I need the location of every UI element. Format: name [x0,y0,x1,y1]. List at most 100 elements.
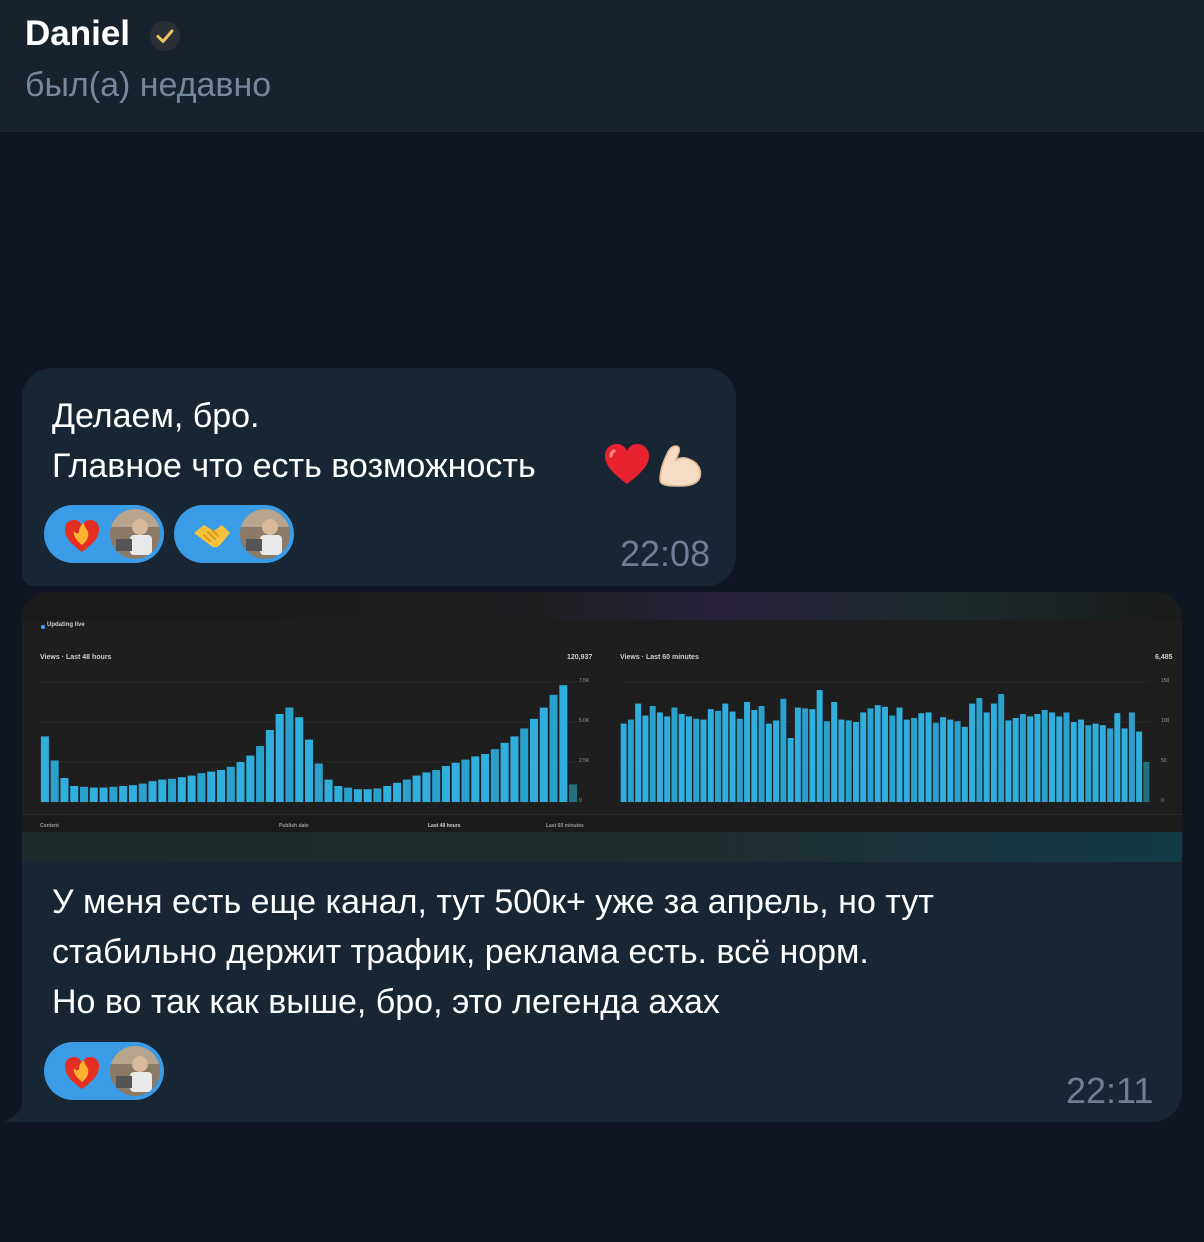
chart-bar [373,788,382,802]
chart-bar [649,706,656,802]
chart-bar [787,738,794,802]
chart-bar [823,721,830,802]
chart-bar [656,712,663,802]
chart-bar [138,783,147,802]
chart-bar [324,779,333,802]
chart-bar [860,712,867,802]
chart-bar [207,771,216,802]
chart-bar [758,706,765,802]
chart-bar [70,786,79,802]
chart-bar [671,707,678,802]
chart-bar [1063,712,1070,802]
analytics-screenshot-image[interactable]: Updating live Views · Last 48 hours 120,… [22,592,1182,862]
chart-bar [1085,725,1092,802]
chart-bar [678,714,685,802]
heart-on-fire-icon [65,1057,99,1089]
reaction-chip[interactable] [44,1042,164,1100]
left-panel-title: Views · Last 48 hours [40,654,112,661]
message-line: Но во так как выше, бро, это легенда аха… [52,983,720,1021]
chart-bar [1070,722,1077,802]
chart-bar [620,723,627,802]
chart-bar [729,711,736,802]
chart-bar [802,708,809,802]
chart-bar [471,756,480,802]
chart-bar [1049,712,1055,802]
chart-bar [664,716,671,802]
chart-bar [845,720,852,802]
chart-bar [911,718,918,802]
chart-bar [918,713,925,802]
chart-bar [295,717,304,802]
message-line: У меня есть еще канал, тут 500к+ уже за … [52,883,934,921]
chart-bar [539,707,548,802]
chart-bar [481,754,490,802]
message-bubble[interactable]: Делаем, бро. Главное что есть возможност… [22,368,736,586]
chart-bar [1114,713,1121,802]
reaction-chip[interactable] [174,505,294,563]
chart-bar [838,719,845,802]
left-panel-total: 120,937 [567,654,593,661]
chart-bar [765,723,772,802]
live-label: Updating live [47,622,85,628]
chart-bar [961,726,968,802]
chart-bar [109,786,118,802]
chart-bar [520,728,529,802]
y-tick: 5.0K [579,718,590,724]
y-tick: 50 [1161,758,1167,764]
chart-bar [451,762,460,802]
chart-bar [148,781,157,802]
chart-bar [334,786,343,802]
message-line: стабильно держит трафик, реклама есть. в… [52,933,869,971]
chart-bar [265,730,274,802]
chat-header[interactable]: Daniel был(а) недавно [0,0,1204,133]
chart-bar [1136,731,1143,802]
views-48h-chart [40,681,578,803]
chart-bar [168,778,177,802]
live-indicator-icon [41,625,45,629]
chart-bar [256,746,265,802]
chart-bar [353,789,362,802]
chart-bar [903,719,910,802]
y-tick: 0 [579,798,582,804]
chart-bar [1056,716,1063,802]
chart-bar [80,786,89,802]
chart-bar [304,739,314,802]
chart-bar [969,703,976,802]
chart-bar [119,786,128,802]
chart-bar [246,755,255,802]
chart-bar [685,716,692,802]
chart-bar [99,787,108,802]
chart-bar [889,715,896,802]
message-bubble[interactable]: Updating live Views · Last 48 hours 120,… [22,592,1182,1122]
chart-bar [1034,714,1041,802]
chart-bar [947,719,954,802]
table-header: Last 48 hours [428,823,461,829]
chart-bar [89,787,98,802]
chart-bar [998,694,1005,802]
table-header: Content [40,823,59,829]
chart-bar [461,759,470,802]
reaction-chip[interactable] [44,505,164,563]
chart-bar [642,715,649,802]
chart-bar [1121,728,1128,802]
chart-bar [1092,723,1099,802]
chart-bar [569,784,578,802]
chart-bar [363,789,372,802]
chart-bar [422,772,431,802]
chart-bar [60,778,69,802]
chart-bar [983,712,990,802]
chart-bar [736,718,743,802]
chart-bar [635,703,642,802]
chart-bar [236,762,245,802]
chart-bar [383,786,392,802]
chart-bar [954,721,961,802]
right-panel-total: 6,485 [1155,654,1173,661]
y-tick: 150 [1161,678,1170,684]
chart-bar [158,779,167,802]
chart-bar [867,708,874,802]
chart-bar [559,685,568,802]
contact-name[interactable]: Daniel [25,14,130,54]
table-header: Publish date [279,823,309,829]
y-tick: 7.5K [579,678,590,684]
right-panel-title: Views · Last 60 minutes [620,654,699,661]
